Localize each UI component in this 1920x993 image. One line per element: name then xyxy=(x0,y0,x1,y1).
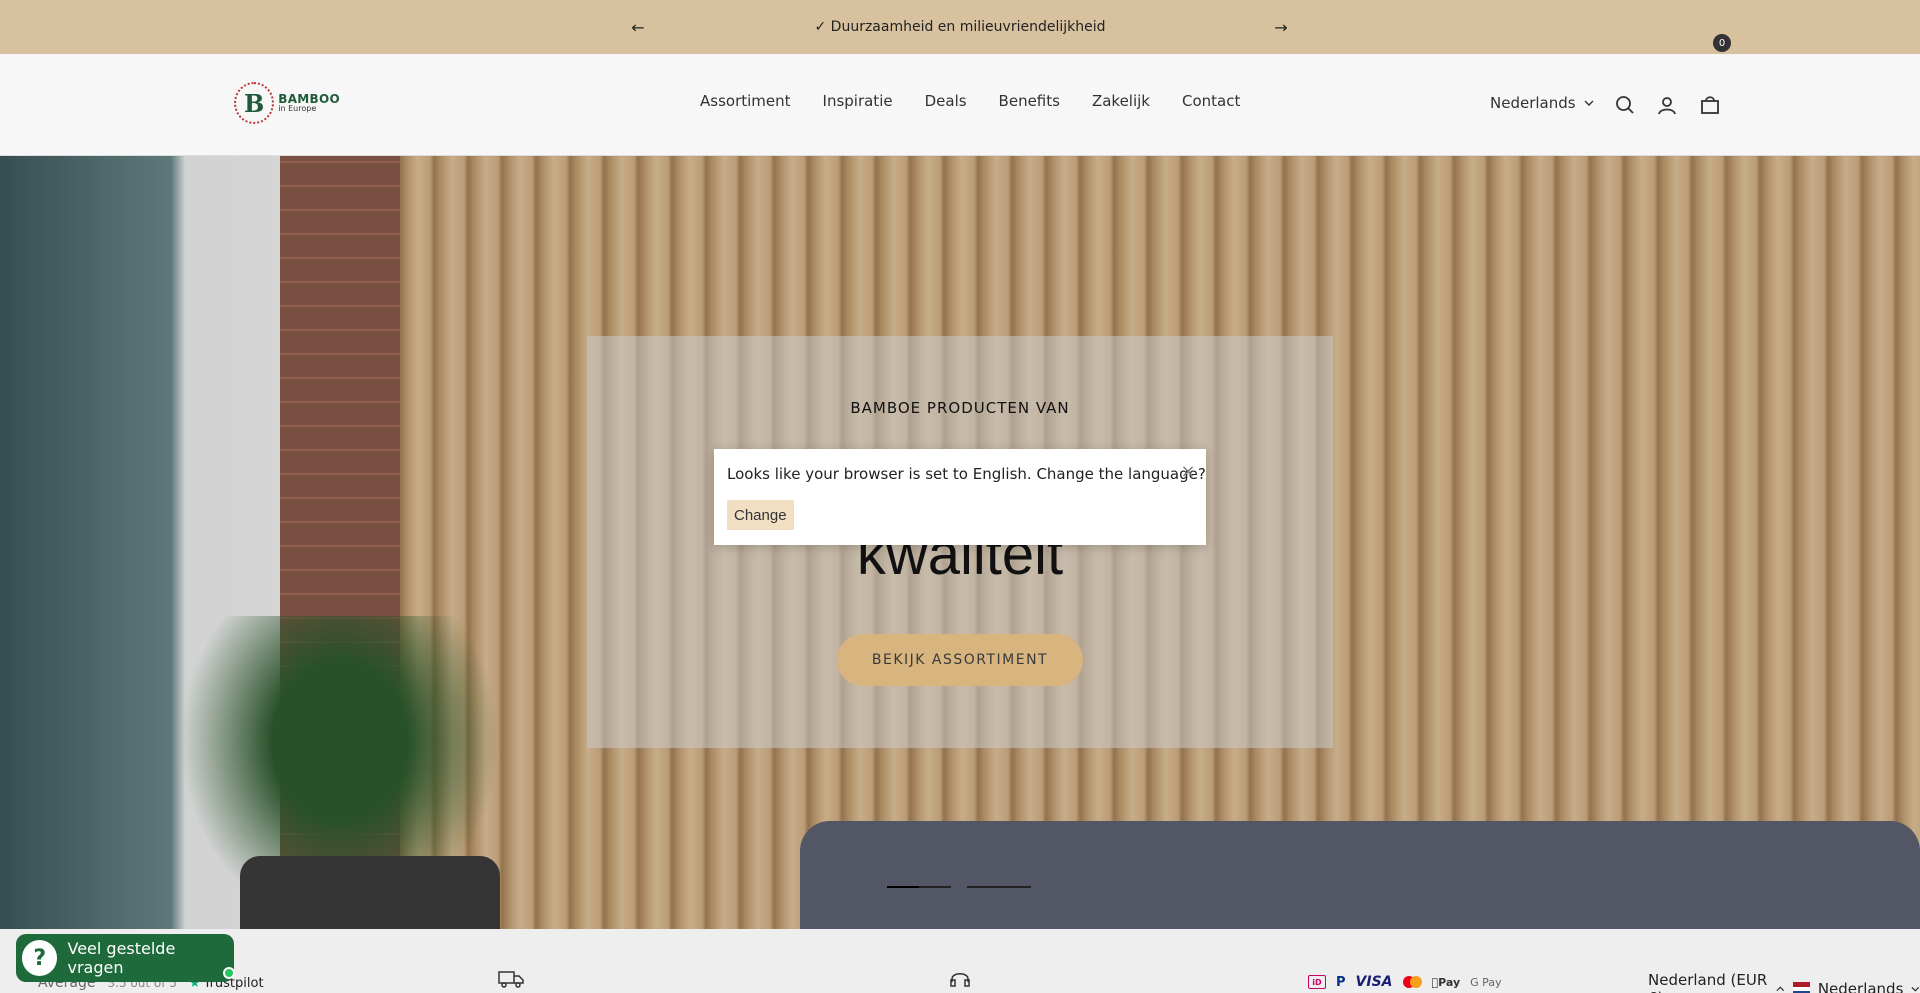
account-icon[interactable] xyxy=(1656,94,1678,116)
locale-selector[interactable]: Nederland (EUR €) Nederlands xyxy=(1648,971,1920,993)
nav-item-zakelijk[interactable]: Zakelijk xyxy=(1092,92,1150,110)
online-status-dot xyxy=(223,967,235,979)
payment-methods: iD P VISA Pay G Pay xyxy=(1308,974,1502,990)
hero-eyebrow: BAMBOE PRODUCTEN VAN xyxy=(850,399,1070,417)
language-label: Nederlands xyxy=(1490,94,1576,112)
ideal-icon: iD xyxy=(1308,975,1326,989)
chevron-down-icon xyxy=(1911,986,1920,992)
footer-language-selector[interactable]: Nederlands xyxy=(1818,980,1904,993)
change-language-button[interactable]: Change xyxy=(727,500,794,530)
slideshow-indicators xyxy=(887,886,1031,888)
logo-subtext: in Europe xyxy=(278,104,317,113)
nav-item-contact[interactable]: Contact xyxy=(1182,92,1240,110)
main-nav: Assortiment Inspiratie Deals Benefits Za… xyxy=(700,92,1240,110)
faq-widget-button[interactable]: ? Veel gestelde vragen xyxy=(16,934,235,982)
slide-indicator-1[interactable] xyxy=(887,886,951,888)
chevron-up-icon xyxy=(1776,986,1785,992)
truck-icon xyxy=(498,970,524,988)
paypal-icon: P xyxy=(1336,974,1346,990)
nav-item-benefits[interactable]: Benefits xyxy=(999,92,1060,110)
mastercard-icon xyxy=(1402,976,1422,988)
site-header: B BAMBOO in Europe Assortiment Inspirati… xyxy=(0,54,1920,156)
language-suggestion-popup: Looks like your browser is set to Englis… xyxy=(714,449,1206,545)
headset-icon xyxy=(947,970,973,988)
google-pay-icon: G Pay xyxy=(1463,975,1501,989)
logo-mark: B xyxy=(234,82,275,124)
search-icon[interactable] xyxy=(1614,94,1636,116)
nav-item-assortiment[interactable]: Assortiment xyxy=(700,92,791,110)
help-icon: ? xyxy=(22,940,58,976)
view-assortment-button[interactable]: BEKIJK ASSORTIMENT xyxy=(837,634,1083,686)
language-selector[interactable]: Nederlands xyxy=(1490,94,1594,112)
popup-message: Looks like your browser is set to Englis… xyxy=(727,465,1206,483)
arrow-left-icon[interactable]: ← xyxy=(625,14,651,40)
announcement-message: ✓ Duurzaamheid en milieuvriendelijkheid xyxy=(814,19,1106,35)
site-logo[interactable]: B BAMBOO in Europe xyxy=(234,80,340,126)
netherlands-flag-icon xyxy=(1792,982,1810,993)
nav-item-deals[interactable]: Deals xyxy=(925,92,967,110)
slide-indicator-2[interactable] xyxy=(967,886,1031,888)
arrow-right-icon[interactable]: → xyxy=(1268,14,1294,40)
nav-item-inspiratie[interactable]: Inspiratie xyxy=(823,92,893,110)
visa-icon: VISA xyxy=(1355,974,1393,990)
region-selector[interactable]: Nederland (EUR €) xyxy=(1648,971,1768,993)
cart-count-badge: 0 xyxy=(1713,34,1731,52)
announcement-bar: ← ✓ Duurzaamheid en milieuvriendelijkhei… xyxy=(0,0,1920,54)
faq-widget-label: Veel gestelde vragen xyxy=(67,939,176,977)
chevron-down-icon xyxy=(1584,100,1594,106)
close-icon[interactable]: × xyxy=(1178,461,1198,482)
cart-icon[interactable] xyxy=(1699,94,1721,116)
apple-pay-icon: Pay xyxy=(1431,975,1461,989)
